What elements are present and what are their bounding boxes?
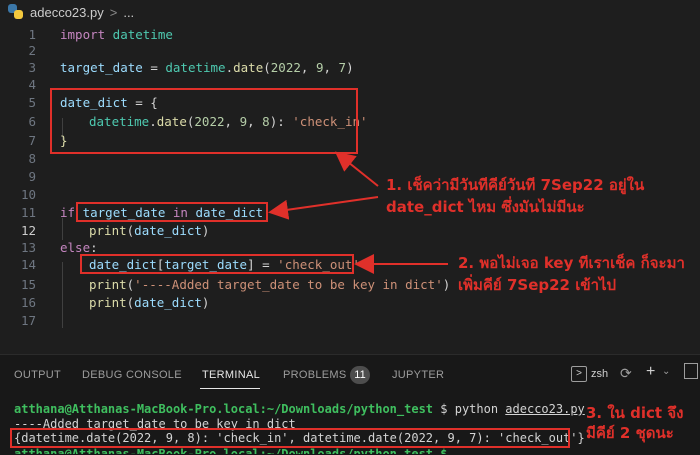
- code-editor[interactable]: 1 2 3 4 5 6 7 8 9 10 11 12 13 14 15 16 17 import datetim…: [0, 24, 700, 354]
- breadcrumb-more[interactable]: ...: [123, 5, 134, 20]
- annotation-1-line-1: 1. เช็คว่ามีวันทีคีย์วันที 7Sep22 อยู่ใน: [386, 176, 645, 194]
- tab-output[interactable]: OUTPUT: [14, 369, 61, 381]
- terminal-shell-icon[interactable]: >: [571, 366, 587, 382]
- annotation-1-line-2: date_dict ไหม ซึ่งมันไม่มีนะ: [386, 198, 585, 216]
- panel-tabs: OUTPUT DEBUG CONSOLE TERMINAL PROBLEMS 1…: [0, 355, 700, 395]
- shell-label[interactable]: zsh: [591, 368, 608, 380]
- bottom-panel: OUTPUT DEBUG CONSOLE TERMINAL PROBLEMS 1…: [0, 354, 700, 455]
- tab-jupyter[interactable]: JUPYTER: [392, 369, 444, 381]
- python-file-icon: [8, 4, 24, 20]
- chevron-down-icon[interactable]: ⌄: [662, 366, 670, 377]
- problems-count-badge: 11: [350, 366, 370, 384]
- annotation-3: 3. ใน dict จึง มีคีย์ 2 ชุดนะ: [586, 403, 683, 443]
- annotation-2-line-2: เพิ่มคีย์ 7Sep22 เข้าไป: [458, 276, 617, 294]
- terminal-command: python: [454, 402, 506, 416]
- breadcrumb-separator: >: [109, 4, 118, 20]
- tab-debug-console[interactable]: DEBUG CONSOLE: [82, 369, 182, 381]
- annotation-2-line-1: 2. พอไม่เจอ key ทีเราเช็ค ก็จะมา: [458, 254, 685, 272]
- breadcrumb: adecco23.py > ...: [0, 0, 700, 24]
- annotation-3-line-2: มีคีย์ 2 ชุดนะ: [586, 424, 674, 442]
- arrow-to-dict: [334, 151, 379, 187]
- active-tab-indicator: [200, 388, 260, 389]
- add-terminal-icon[interactable]: +: [646, 363, 655, 381]
- annotation-3-line-1: 3. ใน dict จึง: [586, 404, 684, 422]
- split-terminal-icon[interactable]: ⟳: [620, 365, 632, 382]
- highlight-box-output: [10, 428, 570, 448]
- annotation-2: 2. พอไม่เจอ key ทีเราเช็ค ก็จะมา เพิ่มคี…: [458, 252, 685, 296]
- annotation-1: 1. เช็คว่ามีวันทีคีย์วันที 7Sep22 อยู่ใน…: [386, 174, 644, 218]
- terminal-command-file[interactable]: adecco23.py: [505, 402, 584, 416]
- tab-terminal[interactable]: TERMINAL: [202, 369, 260, 381]
- terminal-prompt-line: atthana@Atthanas-MacBook-Pro.local:~/Dow…: [14, 401, 585, 417]
- tab-problems[interactable]: PROBLEMS: [283, 369, 347, 381]
- breadcrumb-file[interactable]: adecco23.py: [30, 5, 104, 20]
- maximize-panel-icon[interactable]: [684, 363, 698, 379]
- arrow-to-if: [268, 196, 379, 220]
- prompt-symbol: $: [433, 402, 455, 416]
- terminal-prompt: atthana@Atthanas-MacBook-Pro.local:~/Dow…: [14, 402, 434, 416]
